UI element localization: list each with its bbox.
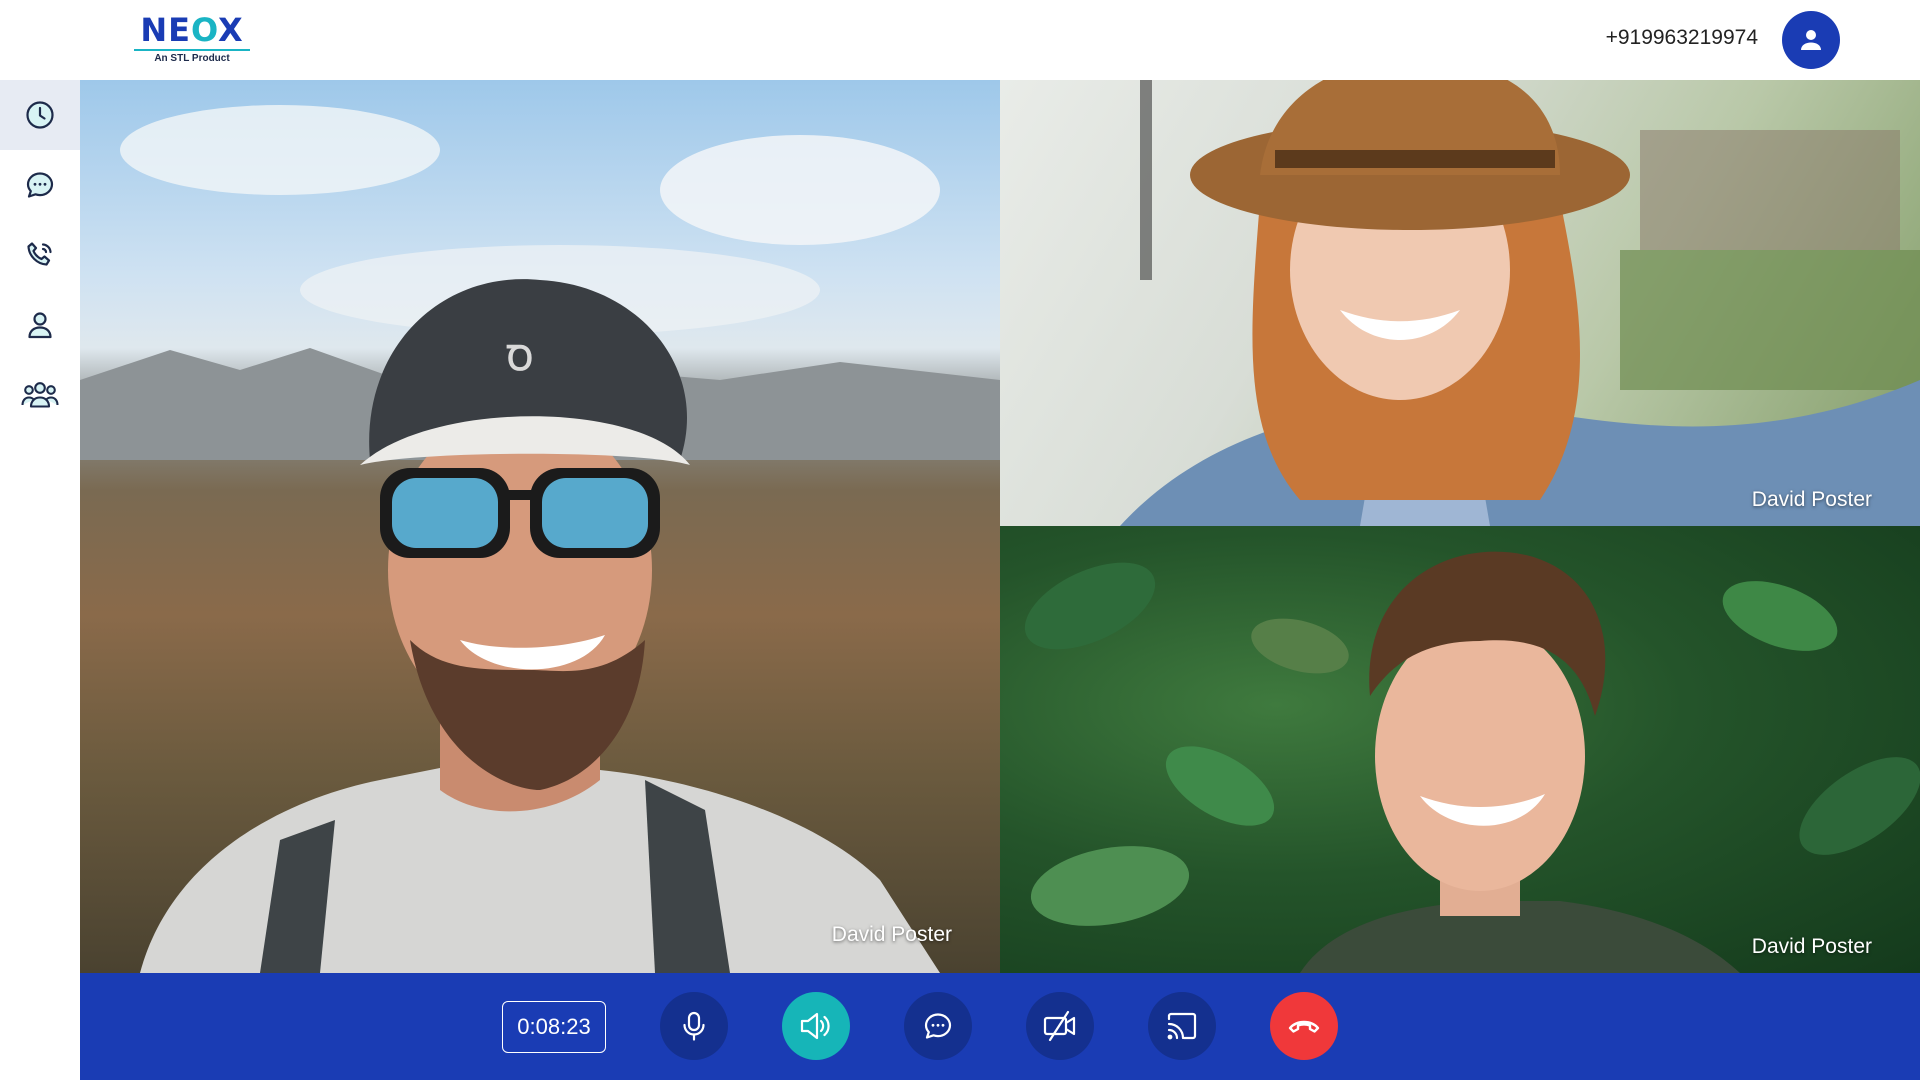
sidebar-item-groups[interactable] xyxy=(0,360,80,430)
svg-text:Ꝺ: Ꝺ xyxy=(506,339,533,379)
logo-wordmark: NEOX xyxy=(140,11,244,49)
sidebar-item-contact[interactable] xyxy=(0,290,80,360)
chat-icon xyxy=(924,1013,952,1039)
top-header: NEOX An STL Product +919963219974 xyxy=(0,0,1920,80)
logo-tagline: An STL Product xyxy=(154,53,230,64)
user-avatar-button[interactable] xyxy=(1782,11,1840,69)
video-toggle-button[interactable] xyxy=(1026,992,1094,1060)
clock-icon xyxy=(26,101,54,129)
video-tile-top-right[interactable]: David Poster xyxy=(1000,80,1920,526)
chat-button[interactable] xyxy=(904,992,972,1060)
phone-number: +919963219974 xyxy=(1605,26,1758,49)
logo-underline xyxy=(134,49,250,51)
cast-icon xyxy=(1167,1012,1197,1040)
call-timer: 0:08:23 xyxy=(502,1001,606,1053)
sidebar-item-recents[interactable] xyxy=(0,80,80,150)
participant-video-image: Ꝺ xyxy=(80,105,1000,973)
sidebar-item-calls[interactable] xyxy=(0,220,80,290)
speaker-button[interactable] xyxy=(782,992,850,1060)
video-tile-bottom-right[interactable]: David Poster xyxy=(1000,526,1920,973)
participant-name: David Poster xyxy=(1751,488,1872,511)
end-call-button[interactable] xyxy=(1270,992,1338,1060)
sidebar-item-messages[interactable] xyxy=(0,150,80,220)
speaker-icon xyxy=(800,1012,830,1040)
participant-name: David Poster xyxy=(831,923,952,946)
group-icon xyxy=(21,382,59,408)
contact-icon xyxy=(28,312,52,339)
participant-video-image xyxy=(1024,551,1920,973)
participant-name: David Poster xyxy=(1751,935,1872,958)
video-tile-main[interactable]: Ꝺ David Poster xyxy=(80,80,1000,973)
user-icon xyxy=(1801,30,1821,50)
microphone-icon xyxy=(683,1011,705,1041)
neox-logo[interactable]: NEOX An STL Product xyxy=(132,12,252,68)
phone-call-icon xyxy=(27,242,52,266)
microphone-button[interactable] xyxy=(660,992,728,1060)
participant-video-image xyxy=(1120,80,1920,526)
screen-cast-button[interactable] xyxy=(1148,992,1216,1060)
sidebar-nav xyxy=(0,80,80,1080)
end-call-icon xyxy=(1288,1020,1320,1033)
chat-icon xyxy=(26,172,54,198)
call-control-bar: 0:08:23 xyxy=(80,973,1920,1080)
video-off-icon xyxy=(1043,1010,1076,1042)
